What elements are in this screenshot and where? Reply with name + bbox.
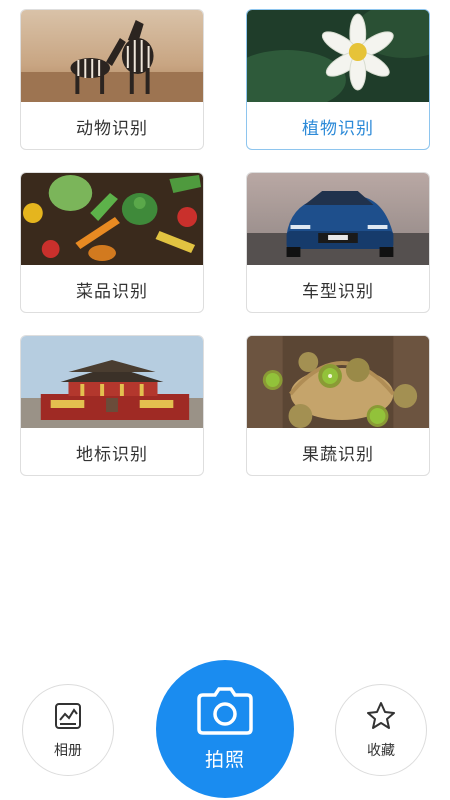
star-icon xyxy=(365,700,397,736)
sports-car-photo xyxy=(247,173,429,265)
album-button[interactable]: 相册 xyxy=(22,684,114,776)
favorites-label: 收藏 xyxy=(367,743,395,759)
camera-icon xyxy=(197,686,253,739)
card-dish[interactable]: 菜品识别 xyxy=(20,172,204,313)
card-car[interactable]: 车型识别 xyxy=(246,172,430,313)
card-label: 菜品识别 xyxy=(76,281,148,302)
category-grid: 动物识别 植物识别 菜品识别 车型识别 地标识别 果蔬识别 xyxy=(20,9,430,476)
card-label: 动物识别 xyxy=(76,118,148,139)
card-label: 车型识别 xyxy=(302,281,374,302)
card-label: 地标识别 xyxy=(76,444,148,465)
tiananmen-photo xyxy=(21,336,203,428)
vegetables-photo xyxy=(21,173,203,265)
card-landmark[interactable]: 地标识别 xyxy=(20,335,204,476)
shoot-button[interactable]: 拍照 xyxy=(156,660,294,798)
lotus-flower-photo xyxy=(247,10,429,102)
shoot-label: 拍照 xyxy=(204,748,245,771)
card-animal[interactable]: 动物识别 xyxy=(20,9,204,150)
zebras-photo xyxy=(21,10,203,102)
favorites-button[interactable]: 收藏 xyxy=(335,684,427,776)
card-label: 植物识别 xyxy=(302,118,374,139)
album-icon xyxy=(52,700,84,736)
kiwi-basket-photo xyxy=(247,336,429,428)
card-fruit[interactable]: 果蔬识别 xyxy=(246,335,430,476)
bottom-bar: 相册 拍照 收藏 xyxy=(0,660,450,800)
card-label: 果蔬识别 xyxy=(302,444,374,465)
card-plant[interactable]: 植物识别 xyxy=(246,9,430,150)
album-label: 相册 xyxy=(54,743,82,759)
